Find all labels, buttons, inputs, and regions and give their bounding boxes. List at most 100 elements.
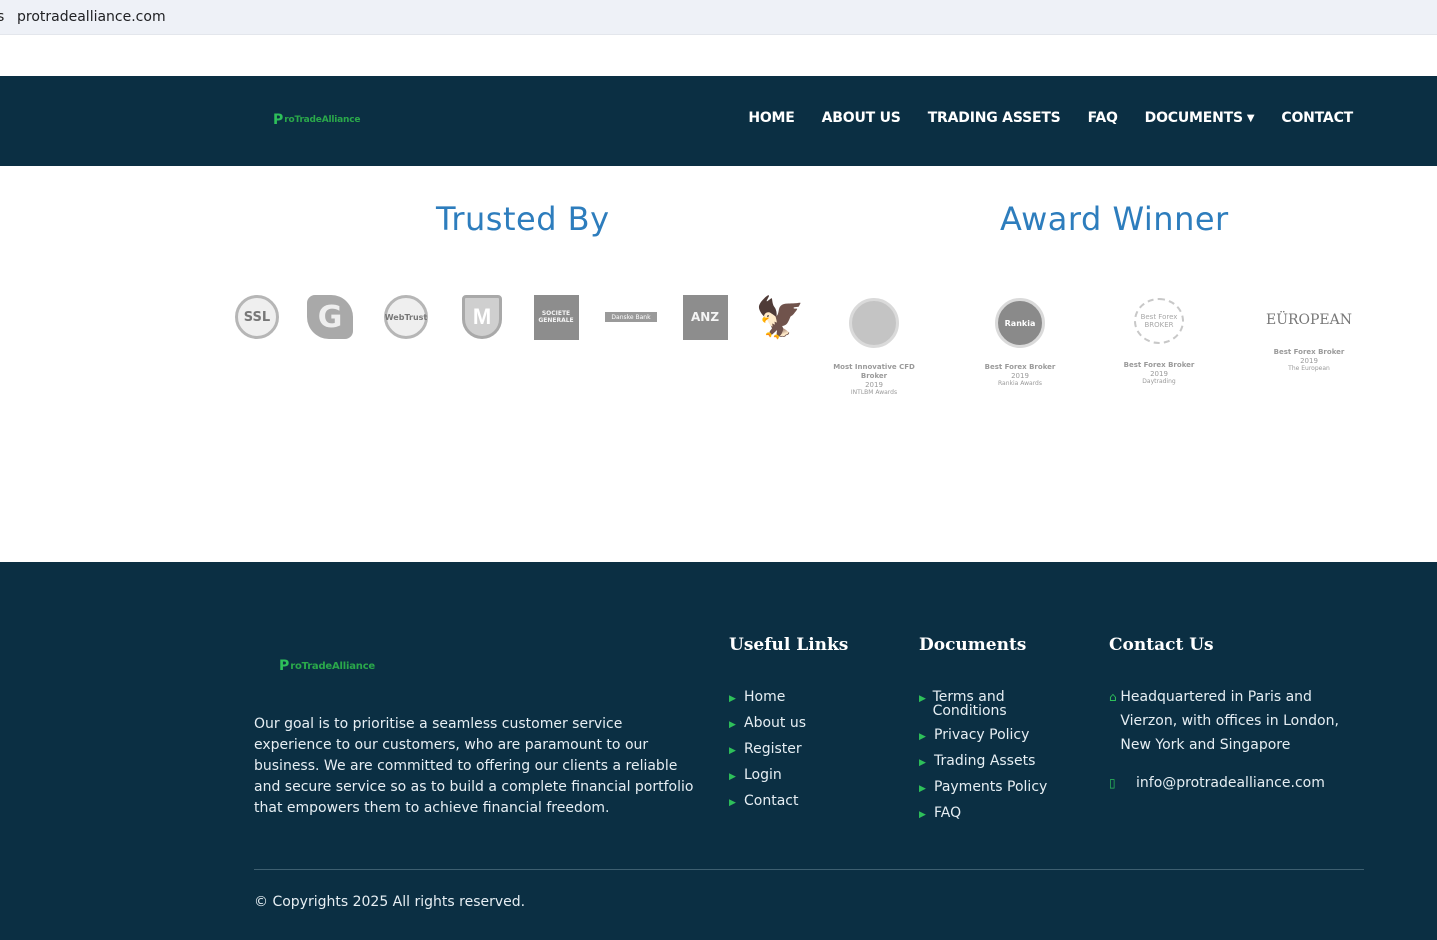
site-logo[interactable]: P roTradeAlliance: [273, 112, 360, 128]
award-org: Rankia Awards: [998, 380, 1042, 387]
g-logo-text: G: [307, 295, 353, 339]
award-rankia: Rankia Best Forex Broker 2019 Rankia Awa…: [975, 298, 1065, 388]
contact-email[interactable]: ▯ info@protradealliance.com: [1109, 771, 1325, 795]
link-label: Contact: [744, 793, 799, 809]
nav-about-label: ABOUT US: [821, 110, 901, 126]
award-winner-heading: Award Winner: [1000, 200, 1229, 238]
footer-link-faq[interactable]: ▶ FAQ: [919, 806, 1069, 822]
g-logo: G: [307, 294, 353, 340]
webtrust-seal-logo: WebTrust: [383, 294, 429, 340]
mcafee-shield-text: M: [462, 295, 502, 339]
link-label: Terms and Conditions: [932, 689, 1007, 719]
award-year: 2019: [865, 381, 883, 389]
danske-bank-logo: Danske Bank: [604, 294, 658, 340]
anz-logo: ANZ: [682, 294, 728, 340]
footer-logo[interactable]: P roTradeAlliance: [279, 658, 375, 674]
caret-right-icon: ▶: [919, 784, 926, 794]
address-text: Headquartered in Paris and Vierzon, with…: [1120, 689, 1339, 753]
award-daytrading: Best Forex BROKER Best Forex Broker 2019…: [1114, 298, 1204, 386]
useful-links-list: ▶ Home ▶ About us ▶ Register ▶ Login ▶ Contac…: [729, 690, 806, 820]
documents-heading: Documents: [919, 635, 1027, 655]
nav-contact-label: CONTACT: [1281, 110, 1353, 126]
link-label: Privacy Policy: [934, 727, 1030, 743]
danske-bank-text: Danske Bank: [605, 312, 657, 322]
nav-home[interactable]: HOME: [748, 110, 795, 126]
nav-trading-assets[interactable]: TRADING ASSETS: [928, 110, 1061, 126]
barclays-eagle-logo: 🦅: [755, 294, 805, 340]
footer-link-about[interactable]: ▶ About us: [729, 716, 806, 732]
footer-link-terms[interactable]: ▶ Terms and Conditions: [919, 690, 1069, 718]
award-org: Daytrading: [1142, 378, 1176, 385]
page: s protradealliance.com P roTradeAlliance…: [0, 0, 1437, 940]
the-european-wordmark: EÜROPEAN: [1265, 312, 1353, 328]
nav-contact[interactable]: CONTACT: [1281, 110, 1353, 126]
email-text[interactable]: info@protradealliance.com: [1136, 771, 1325, 795]
address-bar-fragment: s: [0, 9, 5, 25]
award-title: Most Innovative CFD Broker: [833, 363, 915, 380]
footer-link-home[interactable]: ▶ Home: [729, 690, 806, 706]
address-bar[interactable]: s protradealliance.com: [0, 0, 1437, 35]
trusted-by-heading: Trusted By: [436, 200, 610, 238]
footer-link-login[interactable]: ▶ Login: [729, 768, 806, 784]
award-intlbm: Most Innovative CFD Broker 2019 INTLBM A…: [829, 298, 919, 397]
copyright-text: © Copyrights 2025 All rights reserved.: [254, 894, 526, 910]
nav-documents[interactable]: DOCUMENTS ▼: [1145, 110, 1255, 126]
award-the-european: EÜROPEAN Best Forex Broker 2019 The Euro…: [1264, 298, 1354, 373]
nav-faq[interactable]: FAQ: [1088, 110, 1118, 126]
webtrust-text: WebTrust: [384, 295, 428, 339]
nav-home-label: HOME: [748, 110, 795, 126]
link-label: Login: [744, 767, 782, 783]
laurel-icon: Best Forex BROKER: [1134, 298, 1184, 344]
nav-trading-label: TRADING ASSETS: [927, 110, 1061, 126]
eagle-icon: 🦅: [755, 295, 805, 340]
logo-text: roTradeAlliance: [284, 115, 361, 125]
award-title: Best Forex Broker: [1123, 361, 1195, 369]
nav-faq-label: FAQ: [1087, 110, 1118, 126]
chevron-down-icon: ▼: [1246, 112, 1255, 124]
award-title: Best Forex Broker: [1273, 348, 1345, 356]
caret-right-icon: ▶: [919, 758, 926, 768]
footer-link-contact[interactable]: ▶ Contact: [729, 794, 806, 810]
url-text[interactable]: protradealliance.com: [17, 9, 166, 25]
caret-right-icon: ▶: [729, 694, 736, 704]
footer-link-payments[interactable]: ▶ Payments Policy: [919, 780, 1069, 796]
footer-link-register[interactable]: ▶ Register: [729, 742, 806, 758]
nav-documents-label: DOCUMENTS: [1144, 110, 1243, 126]
award-title: Best Forex Broker: [984, 363, 1056, 371]
link-label: Register: [744, 741, 802, 757]
award-year: 2019: [1011, 372, 1029, 380]
caret-right-icon: ▶: [729, 720, 736, 730]
award-year: 2019: [1150, 370, 1168, 378]
link-label: Home: [744, 689, 786, 705]
caret-right-icon: ▶: [729, 746, 736, 756]
award-org: INTLBM Awards: [850, 389, 898, 396]
nav-about-us[interactable]: ABOUT US: [822, 110, 901, 126]
ssl-seal-logo: SSL: [234, 294, 280, 340]
footer-link-privacy[interactable]: ▶ Privacy Policy: [919, 728, 1069, 744]
useful-links-heading: Useful Links: [729, 635, 849, 655]
logo-text: roTradeAlliance: [290, 660, 376, 672]
ssl-seal-text: SSL: [235, 295, 279, 339]
mcafee-shield-logo: M: [459, 294, 505, 340]
award-medal-icon: [849, 298, 899, 348]
main-menu: HOME ABOUT US TRADING ASSETS FAQ DOCUMEN…: [748, 110, 1353, 126]
contact-us-heading: Contact Us: [1109, 635, 1214, 655]
link-label: About us: [744, 715, 807, 731]
anz-text: ANZ: [682, 294, 728, 340]
link-label: Trading Assets: [934, 753, 1036, 769]
home-icon: ⌂: [1109, 690, 1117, 704]
link-label: FAQ: [934, 805, 962, 821]
caret-right-icon: ▶: [919, 732, 926, 742]
footer-link-trading-assets[interactable]: ▶ Trading Assets: [919, 754, 1069, 770]
footer-divider: [254, 869, 1364, 870]
logo-mark: P: [279, 658, 290, 674]
contact-address: ⌂ Headquartered in Paris and Vierzon, wi…: [1109, 685, 1369, 757]
envelope-icon: ▯: [1109, 776, 1116, 790]
societe-generale-text: SOCIETE GENERALE: [533, 294, 579, 340]
award-org: The European: [1288, 365, 1330, 372]
logo-mark: P: [273, 112, 284, 128]
award-medal-icon: Rankia: [995, 298, 1045, 348]
caret-right-icon: ▶: [919, 810, 926, 820]
caret-right-icon: ▶: [919, 694, 926, 704]
link-label: Payments Policy: [934, 779, 1048, 795]
